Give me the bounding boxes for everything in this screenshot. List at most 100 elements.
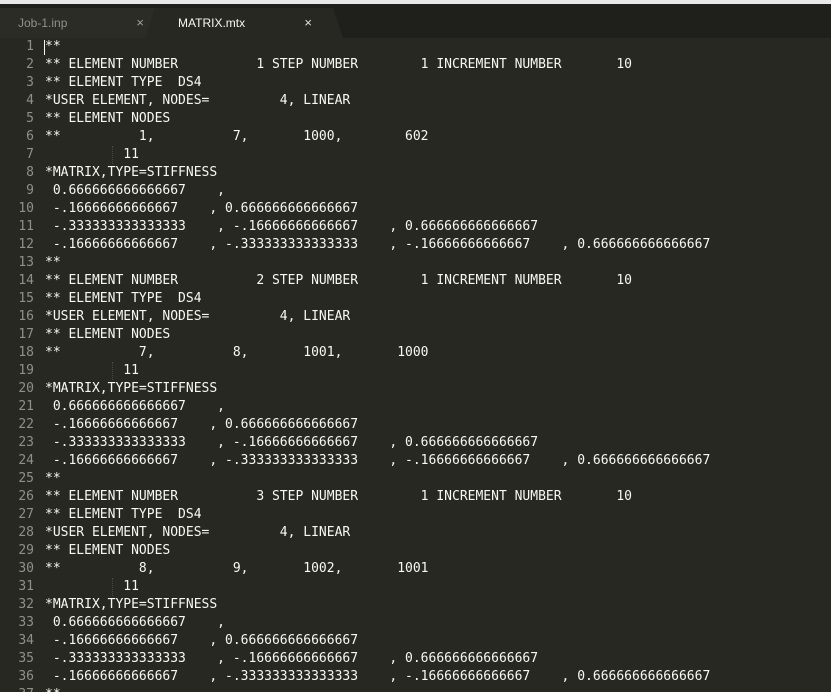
code-line[interactable]: 37 ** — [0, 686, 831, 692]
code-line[interactable]: 15 ** ELEMENT TYPE DS4 — [0, 290, 831, 308]
code-line[interactable]: 31 11 — [0, 578, 831, 596]
line-text[interactable]: -.16666666666667 , -.333333333333333 , -… — [45, 668, 710, 686]
line-number: 9 — [26, 183, 34, 198]
line-number: 23 — [18, 435, 34, 450]
code-line[interactable]: 19 11 — [0, 362, 831, 380]
line-text[interactable]: -.333333333333333 , -.16666666666667 , 0… — [45, 650, 538, 668]
line-number: 7 — [26, 147, 34, 162]
text-editor[interactable]: 1 ** 2 ** ELEMENT NUMBER 1 STEP NUMBER 1 IN… — [0, 38, 831, 692]
line-text[interactable]: *USER ELEMENT, NODES= 4, LINEAR — [45, 92, 350, 110]
line-number: 34 — [18, 633, 34, 648]
line-text[interactable]: ** ELEMENT TYPE DS4 — [45, 74, 202, 92]
code-line[interactable]: 18 ** 7, 8, 1001, 1000 — [0, 344, 831, 362]
line-text[interactable]: 11 — [45, 578, 139, 596]
code-line[interactable]: 35 -.333333333333333 , -.16666666666667 … — [0, 650, 831, 668]
code-line[interactable]: 4 *USER ELEMENT, NODES= 4, LINEAR — [0, 92, 831, 110]
line-number: 21 — [18, 399, 34, 414]
line-number: 18 — [18, 345, 34, 360]
code-line[interactable]: 17 ** ELEMENT NODES — [0, 326, 831, 344]
line-number: 16 — [18, 309, 34, 324]
line-number: 6 — [26, 129, 34, 144]
line-number: 11 — [18, 219, 34, 234]
code-line[interactable]: 5 ** ELEMENT NODES — [0, 110, 831, 128]
line-text[interactable]: 0.666666666666667 , — [45, 182, 225, 200]
line-text[interactable]: -.16666666666667 , -.333333333333333 , -… — [45, 452, 710, 470]
line-number: 13 — [18, 255, 34, 270]
code-line[interactable]: 1 ** — [0, 38, 831, 56]
code-line[interactable]: 22 -.16666666666667 , 0.666666666666667 — [0, 416, 831, 434]
code-line[interactable]: 7 11 — [0, 146, 831, 164]
line-number: 19 — [18, 363, 34, 378]
code-line[interactable]: 30 ** 8, 9, 1002, 1001 — [0, 560, 831, 578]
line-text[interactable]: ** — [45, 38, 61, 56]
code-line[interactable]: 2 ** ELEMENT NUMBER 1 STEP NUMBER 1 INCRE… — [0, 56, 831, 74]
line-text[interactable]: ** ELEMENT TYPE DS4 — [45, 506, 202, 524]
line-text[interactable]: ** ELEMENT NUMBER 3 STEP NUMBER 1 INCREM… — [45, 488, 632, 506]
code-line[interactable]: 27 ** ELEMENT TYPE DS4 — [0, 506, 831, 524]
line-text[interactable]: -.16666666666667 , 0.666666666666667 — [45, 200, 358, 218]
tab-job-1-inp[interactable]: Job-1.inp × — [0, 8, 160, 38]
code-line[interactable]: 34 -.16666666666667 , 0.666666666666667 — [0, 632, 831, 650]
line-text[interactable]: -.333333333333333 , -.16666666666667 , 0… — [45, 434, 538, 452]
code-line[interactable]: 12 -.16666666666667 , -.333333333333333 … — [0, 236, 831, 254]
line-text[interactable]: ** ELEMENT NUMBER 2 STEP NUMBER 1 INCREM… — [45, 272, 632, 290]
code-line[interactable]: 36 -.16666666666667 , -.333333333333333 … — [0, 668, 831, 686]
line-text[interactable]: 11 — [45, 362, 139, 380]
line-text[interactable]: ** — [45, 470, 61, 488]
line-number: 27 — [18, 507, 34, 522]
line-text[interactable]: -.16666666666667 , 0.666666666666667 — [45, 416, 358, 434]
code-line[interactable]: 28 *USER ELEMENT, NODES= 4, LINEAR — [0, 524, 831, 542]
code-line[interactable]: 8 *MATRIX,TYPE=STIFFNESS — [0, 164, 831, 182]
line-number: 24 — [18, 453, 34, 468]
line-number: 4 — [26, 93, 34, 108]
code-line[interactable]: 14 ** ELEMENT NUMBER 2 STEP NUMBER 1 INCR… — [0, 272, 831, 290]
code-line[interactable]: 32 *MATRIX,TYPE=STIFFNESS — [0, 596, 831, 614]
line-text[interactable]: ** ELEMENT NUMBER 1 STEP NUMBER 1 INCREM… — [45, 56, 632, 74]
code-line[interactable]: 10 -.16666666666667 , 0.666666666666667 — [0, 200, 831, 218]
code-line[interactable]: 29 ** ELEMENT NODES — [0, 542, 831, 560]
code-line[interactable]: 20 *MATRIX,TYPE=STIFFNESS — [0, 380, 831, 398]
code-line[interactable]: 16 *USER ELEMENT, NODES= 4, LINEAR — [0, 308, 831, 326]
line-number: 22 — [18, 417, 34, 432]
line-text[interactable]: -.16666666666667 , 0.666666666666667 — [45, 632, 358, 650]
line-text[interactable]: 0.666666666666667 , — [45, 398, 225, 416]
line-number: 35 — [18, 651, 34, 666]
line-text[interactable]: -.333333333333333 , -.16666666666667 , 0… — [45, 218, 538, 236]
line-text[interactable]: ** ELEMENT NODES — [45, 542, 170, 560]
code-line[interactable]: 24 -.16666666666667 , -.333333333333333 … — [0, 452, 831, 470]
close-icon[interactable]: × — [136, 8, 144, 38]
line-text[interactable]: *MATRIX,TYPE=STIFFNESS — [45, 380, 217, 398]
code-line[interactable]: 23 -.333333333333333 , -.16666666666667 … — [0, 434, 831, 452]
line-number: 8 — [26, 165, 34, 180]
code-line[interactable]: 21 0.666666666666667 , — [0, 398, 831, 416]
line-text[interactable]: ** 1, 7, 1000, 602 — [45, 128, 429, 146]
code-line[interactable]: 11 -.333333333333333 , -.16666666666667 … — [0, 218, 831, 236]
line-text[interactable]: *MATRIX,TYPE=STIFFNESS — [45, 164, 217, 182]
code-line[interactable]: 9 0.666666666666667 , — [0, 182, 831, 200]
line-text[interactable]: ** — [45, 686, 61, 692]
code-line[interactable]: 3 ** ELEMENT TYPE DS4 — [0, 74, 831, 92]
code-line[interactable]: 26 ** ELEMENT NUMBER 3 STEP NUMBER 1 INCR… — [0, 488, 831, 506]
line-text[interactable]: -.16666666666667 , -.333333333333333 , -… — [45, 236, 710, 254]
code-line[interactable]: 6 ** 1, 7, 1000, 602 — [0, 128, 831, 146]
line-text[interactable]: ** — [45, 254, 61, 272]
line-text[interactable]: *MATRIX,TYPE=STIFFNESS — [45, 596, 217, 614]
line-text[interactable]: 0.666666666666667 , — [45, 614, 225, 632]
line-text[interactable]: 11 — [45, 146, 139, 164]
line-text[interactable]: ** ELEMENT NODES — [45, 110, 170, 128]
close-icon[interactable]: × — [304, 8, 312, 38]
code-line[interactable]: 33 0.666666666666667 , — [0, 614, 831, 632]
line-text[interactable]: ** ELEMENT NODES — [45, 326, 170, 344]
tab-bar: Job-1.inp × MATRIX.mtx × — [0, 0, 831, 38]
line-number: 30 — [18, 561, 34, 576]
line-number: 28 — [18, 525, 34, 540]
line-text[interactable]: ** ELEMENT TYPE DS4 — [45, 290, 202, 308]
line-text[interactable]: ** 8, 9, 1002, 1001 — [45, 560, 429, 578]
code-line[interactable]: 13 ** — [0, 254, 831, 272]
line-number: 20 — [18, 381, 34, 396]
tab-matrix-mtx[interactable]: MATRIX.mtx × — [160, 8, 328, 38]
line-text[interactable]: *USER ELEMENT, NODES= 4, LINEAR — [45, 524, 350, 542]
line-text[interactable]: *USER ELEMENT, NODES= 4, LINEAR — [45, 308, 350, 326]
code-line[interactable]: 25 ** — [0, 470, 831, 488]
line-text[interactable]: ** 7, 8, 1001, 1000 — [45, 344, 429, 362]
